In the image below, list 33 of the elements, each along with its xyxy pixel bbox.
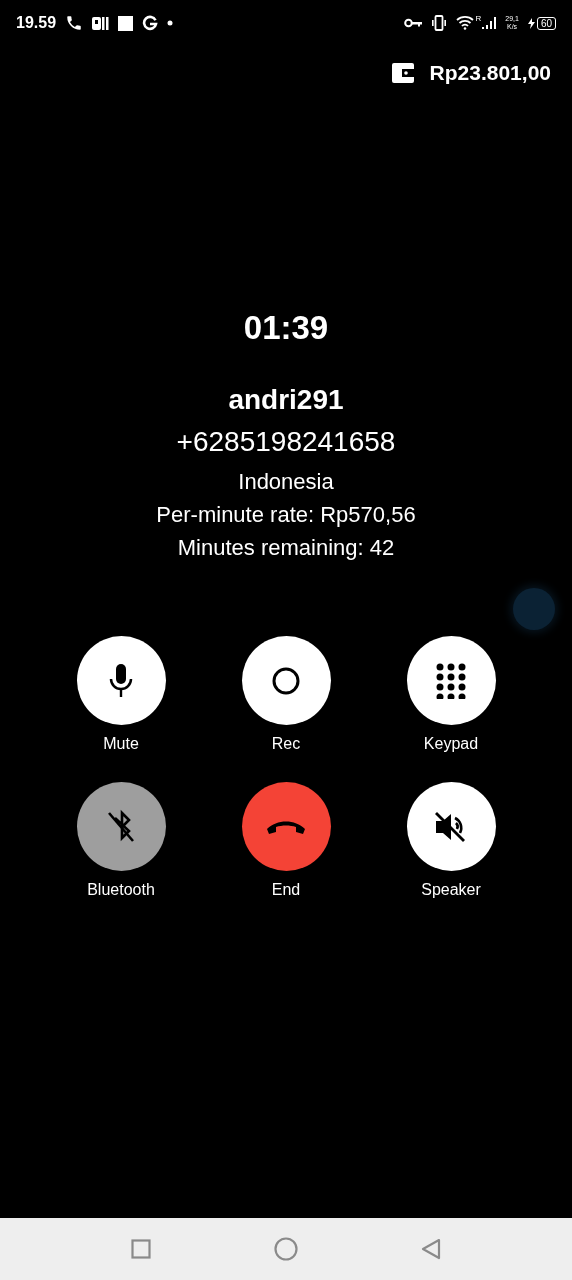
battery-level: 60: [536, 16, 556, 30]
balance-amount: Rp23.801,00: [429, 61, 551, 85]
recent-apps-icon[interactable]: [131, 1239, 152, 1259]
button-label: Keypad: [423, 734, 479, 754]
charging-icon: [527, 17, 535, 29]
g-letter-icon: [142, 15, 159, 31]
button-label: Speaker: [421, 880, 481, 900]
app-icon: [92, 15, 110, 31]
phone-number: +6285198241658: [176, 425, 396, 459]
button-label: Rec: [271, 734, 301, 754]
call-timer: 01:39: [243, 310, 329, 346]
clock: 19.59: [16, 14, 57, 32]
network-type: R: [475, 15, 482, 23]
back-icon[interactable]: [420, 1238, 441, 1260]
wallet-icon: [391, 63, 414, 83]
square-icon: [118, 15, 134, 31]
wifi-icon: [456, 15, 475, 30]
country-label: Indonesia: [238, 468, 334, 496]
vibrate-icon: [431, 15, 448, 31]
circle-icon: [272, 666, 300, 695]
button-label: Mute: [103, 734, 139, 754]
button-label: Bluetooth: [87, 880, 155, 900]
signal-icon: [482, 15, 497, 31]
home-icon[interactable]: [274, 1237, 298, 1261]
keypad-icon: [436, 662, 466, 699]
phone-icon: [65, 14, 84, 32]
key-icon: [404, 18, 423, 28]
minutes-remaining: Minutes remaining: 42: [177, 534, 395, 562]
microphone-icon: [109, 663, 133, 698]
contact-name: andri291: [228, 383, 344, 417]
button-label: End: [271, 880, 301, 900]
rate-label: Per-minute rate: Rp570,56: [156, 501, 416, 529]
dot-icon: [167, 20, 174, 26]
